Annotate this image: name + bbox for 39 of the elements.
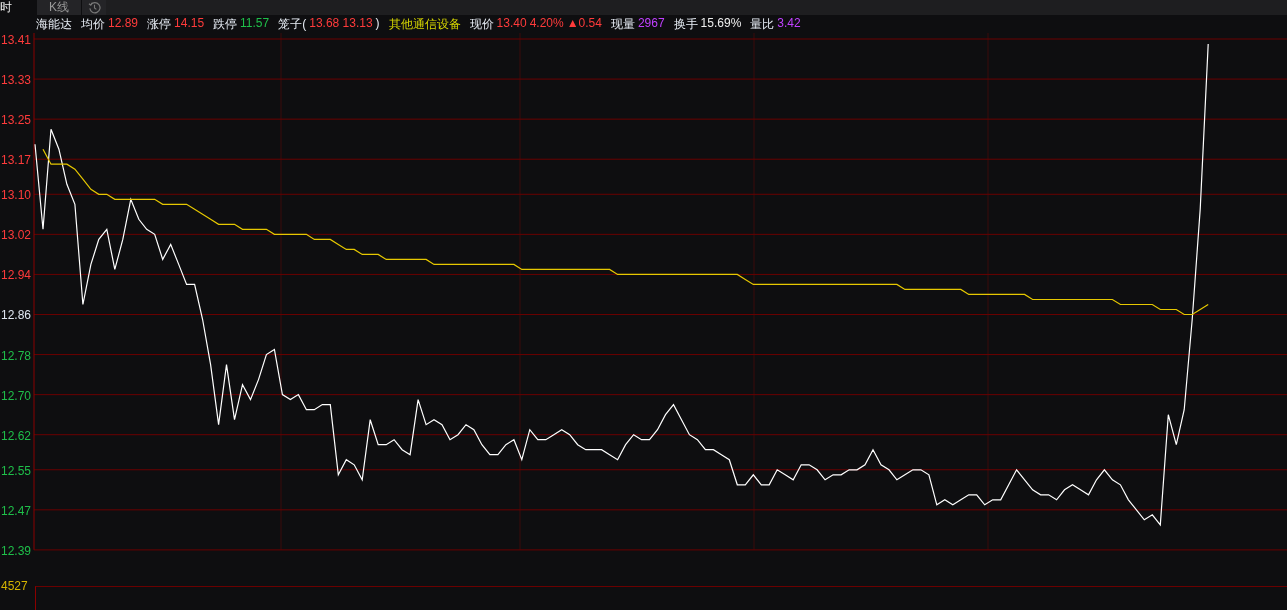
price-axis-label: 12.86	[1, 308, 32, 323]
quote-text: 均价	[81, 15, 105, 33]
quote-text: 换手	[673, 15, 698, 33]
quote-text: 11.57	[240, 15, 270, 32]
price-axis-label: 12.39	[1, 543, 32, 558]
quote-text: 4.20%	[529, 15, 564, 32]
quote-text: 其他通信设备	[388, 15, 461, 33]
quote-text: 量比	[750, 15, 775, 33]
price-axis-label: 13.10	[1, 188, 32, 203]
quote-text: 现量	[610, 15, 635, 33]
price-axis-label: 12.55	[1, 463, 32, 478]
quote-text: 14.15	[174, 15, 205, 32]
quote-text: ▲0.54	[566, 15, 602, 32]
quote-text: 13.40	[496, 15, 527, 32]
price-axis-label: 13.02	[1, 228, 32, 243]
price-axis-label: 13.25	[1, 113, 32, 128]
quote-text: 笼子(	[278, 15, 307, 33]
quote-text: 海能达	[36, 15, 72, 33]
price-axis-label: 12.70	[1, 388, 32, 403]
price-axis-label: 12.94	[1, 268, 32, 283]
price-axis-label: 13.41	[1, 33, 32, 47]
quote-text: )	[375, 15, 380, 32]
price-axis-label: 12.47	[1, 503, 32, 518]
quote-text: 13.68 13.13	[309, 15, 373, 32]
chart-tab[interactable]: 时	[0, 0, 37, 15]
volume-axis-label: 4527	[0, 578, 29, 593]
price-axis-label: 12.78	[1, 348, 32, 363]
quote-text: 跌停	[213, 15, 238, 33]
price-axis-label: 13.17	[1, 153, 32, 168]
quote-text: 3.42	[777, 15, 801, 32]
price-axis-label: 12.62	[1, 428, 32, 443]
price-axis-label: 13.33	[1, 73, 32, 88]
quote-text: 2967	[637, 15, 665, 32]
quote-text: 现价	[469, 15, 494, 33]
history-icon[interactable]	[82, 0, 106, 15]
quote-text: 涨停	[147, 15, 172, 33]
quote-text: 15.69%	[700, 15, 742, 32]
quote-text: 12.89	[108, 15, 139, 32]
chart-tab[interactable]: K线	[37, 0, 82, 15]
